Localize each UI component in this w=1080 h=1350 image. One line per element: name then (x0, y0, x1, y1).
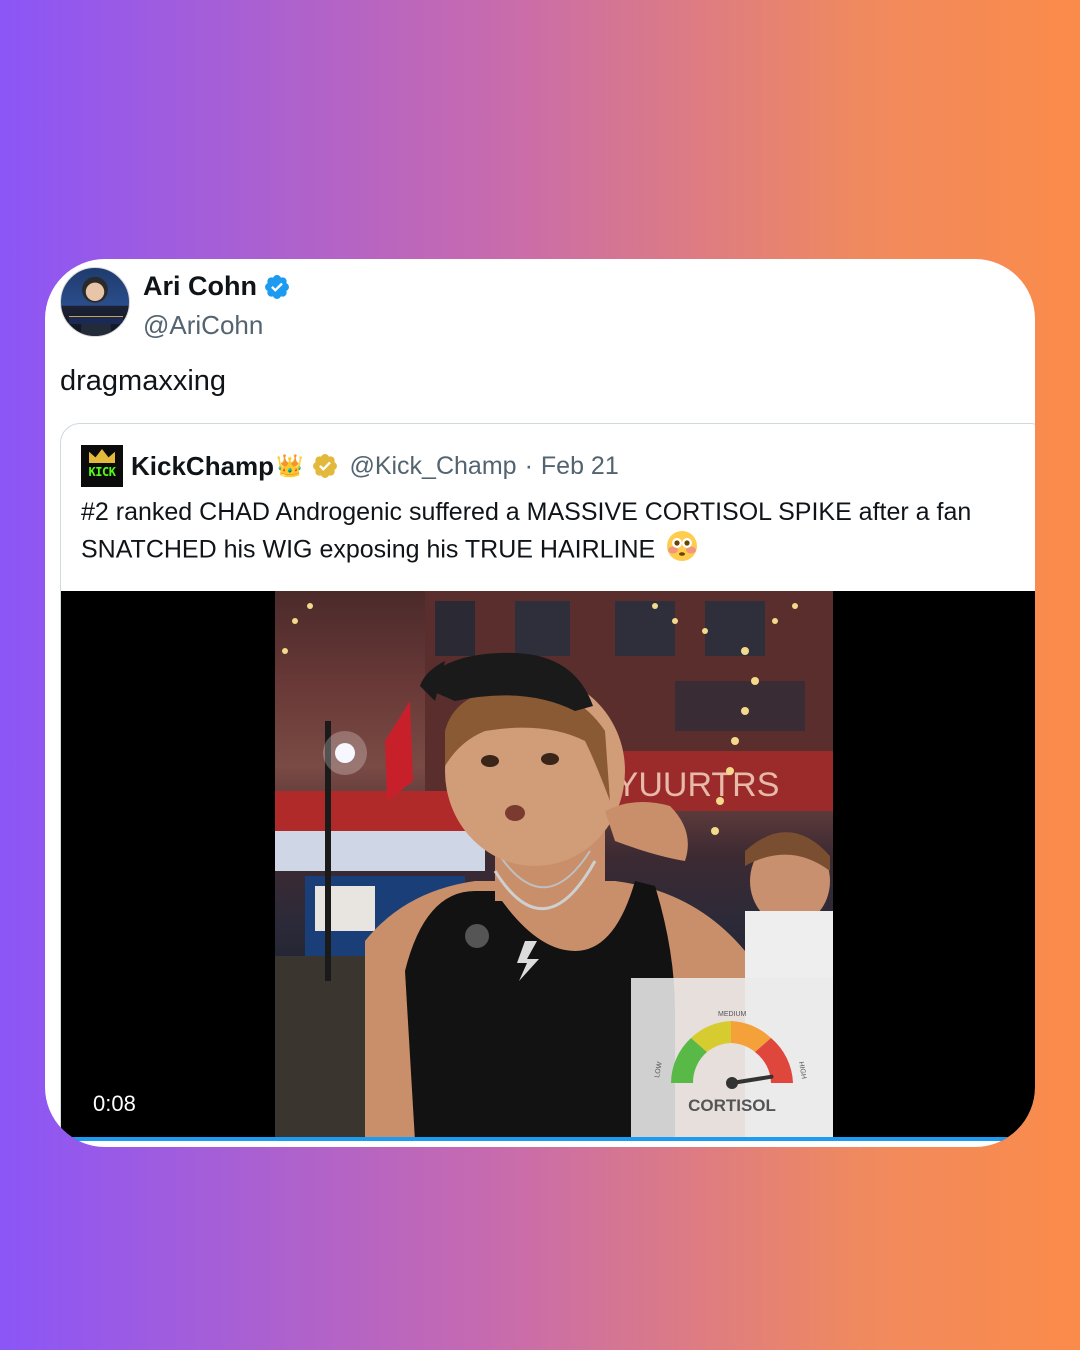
author-display-name[interactable]: Ari Cohn (143, 271, 257, 302)
quoted-author-display-name[interactable]: KickChamp (131, 451, 274, 482)
crown-icon (89, 449, 115, 463)
quoted-tweet-header: KICK KickChamp 👑 @Kick_Champ · Feb 21 (81, 444, 619, 488)
video-elapsed-time: 0:08 (93, 1091, 136, 1116)
verified-gold-badge-icon (313, 454, 338, 478)
kick-logo-text: KICK (88, 465, 116, 479)
tweet-body-text: dragmaxxing (60, 365, 227, 397)
cortisol-gauge-icon: MEDIUM LOW HIGH (654, 1011, 807, 1089)
author-names: Ari Cohn @AriCohn (143, 271, 291, 341)
verified-badge-icon (265, 274, 289, 299)
quoted-tweet[interactable]: KICK KickChamp 👑 @Kick_Champ · Feb 21 #2… (60, 423, 1035, 1147)
tweet-author[interactable]: Ari Cohn @AriCohn (60, 267, 291, 341)
cortisol-gauge-overlay: MEDIUM LOW HIGH CORTISOL (631, 978, 833, 1141)
video-progress-bar[interactable] (61, 1137, 1035, 1141)
gauge-low-label: LOW (654, 1061, 664, 1078)
gauge-medium-label: MEDIUM (718, 1011, 747, 1018)
author-avatar[interactable] (60, 267, 130, 337)
quoted-tweet-text: #2 ranked CHAD Androgenic suffered a MAS… (81, 498, 972, 564)
display-name-line: Ari Cohn (143, 271, 291, 302)
gauge-title: CORTISOL (688, 1096, 776, 1115)
flushed-face-emoji-icon (666, 530, 698, 572)
quoted-tweet-date[interactable]: Feb 21 (541, 452, 619, 481)
quoted-author-avatar[interactable]: KICK (81, 445, 123, 487)
header-separator: · (524, 451, 533, 480)
tweet-card: Ari Cohn @AriCohn dragmaxxing KICK KickC… (45, 259, 1035, 1147)
avatar-news-banner (69, 316, 123, 324)
quoted-tweet-text-block: #2 ranked CHAD Androgenic suffered a MAS… (81, 494, 1026, 572)
gauge-high-label: HIGH (797, 1061, 807, 1079)
crown-emoji-icon: 👑 (276, 453, 304, 478)
quoted-author-handle[interactable]: @Kick_Champ (349, 452, 516, 481)
video-player[interactable]: EYUURTRS MEDIUM LOW HIGH CORTISOL 0:08 (61, 591, 1035, 1141)
video-frame: EYUURTRS MEDIUM LOW HIGH CORTISOL (275, 591, 833, 1141)
author-handle[interactable]: @AriCohn (143, 310, 291, 341)
